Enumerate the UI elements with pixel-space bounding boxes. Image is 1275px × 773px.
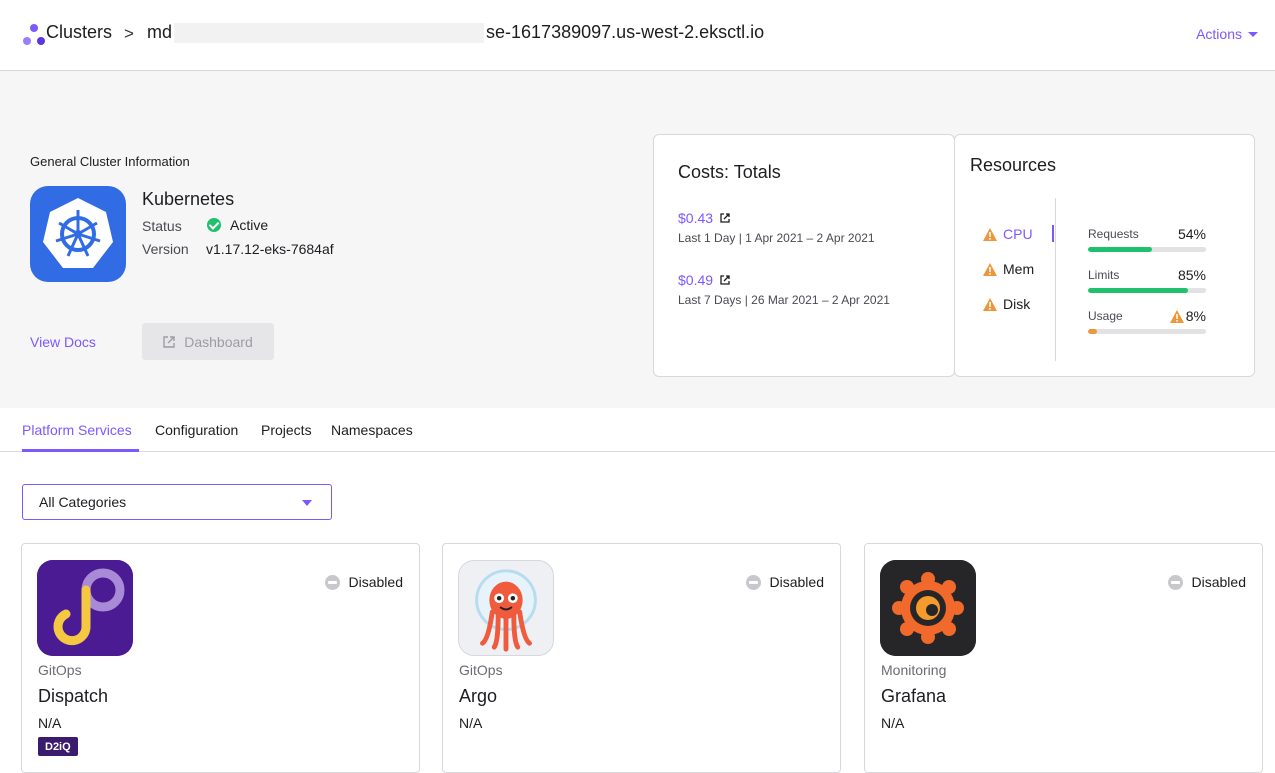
usage-meter xyxy=(1088,329,1206,334)
cluster-type-name: Kubernetes xyxy=(142,189,235,209)
check-circle-icon xyxy=(207,218,221,232)
meter-label: Usage xyxy=(1088,309,1123,323)
meter-value-text: 8% xyxy=(1185,308,1206,324)
actions-menu-button[interactable]: Actions xyxy=(1196,26,1258,42)
dashboard-label: Dashboard xyxy=(184,333,253,350)
breadcrumb-cluster-name: md se-1617389097.us-west-2.eksctl.io xyxy=(147,22,764,43)
service-category: GitOps xyxy=(38,662,82,678)
service-card-grafana[interactable]: Disabled Monitoring Grafana N/A xyxy=(864,543,1263,773)
active-indicator xyxy=(1052,225,1054,242)
argo-logo-icon xyxy=(458,560,554,656)
service-card-dispatch[interactable]: Disabled GitOps Dispatch N/A D2iQ xyxy=(21,543,420,773)
meter-value: 8% xyxy=(1169,308,1206,324)
costs-title: Costs: Totals xyxy=(678,162,781,182)
tab-projects[interactable]: Projects xyxy=(261,422,312,438)
dispatch-logo-icon xyxy=(37,560,133,656)
service-category: GitOps xyxy=(459,662,503,678)
actions-label: Actions xyxy=(1196,26,1242,42)
resource-label: Mem xyxy=(1003,261,1035,277)
service-status: Disabled xyxy=(745,574,824,590)
tab-namespaces[interactable]: Namespaces xyxy=(331,422,413,438)
tab-configuration[interactable]: Configuration xyxy=(155,422,238,438)
disabled-icon xyxy=(1167,574,1183,590)
resources-card: Resources CPU Mem Disk Requests 54% Limi… xyxy=(954,134,1255,377)
meter-label: Requests xyxy=(1088,227,1139,241)
warning-icon xyxy=(983,227,997,241)
meter-fill xyxy=(1088,247,1152,252)
tab-platform-services[interactable]: Platform Services xyxy=(22,422,132,438)
meter-fill xyxy=(1088,288,1189,293)
status-label: Status xyxy=(142,218,182,234)
costs-card: Costs: Totals $0.43 Last 1 Day | 1 Apr 2… xyxy=(653,134,955,377)
resources-title: Resources xyxy=(970,155,1057,175)
breadcrumb-separator: > xyxy=(124,24,134,43)
meter-fill xyxy=(1088,329,1098,334)
service-card-argo[interactable]: Disabled GitOps Argo N/A xyxy=(442,543,841,773)
meter-label: Limits xyxy=(1088,268,1120,282)
app-logo-icon[interactable] xyxy=(22,23,46,47)
cluster-name-suffix: se-1617389097.us-west-2.eksctl.io xyxy=(486,22,765,42)
status-text: Disabled xyxy=(1191,574,1246,590)
version-value: v1.17.12-eks-7684af xyxy=(206,241,334,257)
resource-tab-disk[interactable]: Disk xyxy=(983,296,1030,312)
chevron-down-icon xyxy=(302,500,312,506)
meter-value: 85% xyxy=(1178,267,1206,283)
category-select-value: All Categories xyxy=(39,494,127,510)
kubernetes-icon xyxy=(30,186,126,282)
resource-tab-cpu[interactable]: CPU xyxy=(983,226,1033,242)
service-category: Monitoring xyxy=(881,662,947,678)
section-title: General Cluster Information xyxy=(30,154,190,169)
external-link-icon xyxy=(720,275,730,285)
resource-tab-mem[interactable]: Mem xyxy=(983,261,1034,277)
warning-icon xyxy=(983,297,997,311)
status-text: Disabled xyxy=(348,574,403,590)
active-tab-indicator xyxy=(22,449,139,452)
service-version: N/A xyxy=(38,715,62,731)
disabled-icon xyxy=(324,574,340,590)
breadcrumb-clusters[interactable]: Clusters xyxy=(46,22,112,43)
cost-period: Last 1 Day | 1 Apr 2021 – 2 Apr 2021 xyxy=(678,231,875,245)
meter-value-text: 54% xyxy=(1177,226,1206,242)
divider xyxy=(1055,198,1056,361)
status-text: Disabled xyxy=(769,574,824,590)
warning-icon xyxy=(983,262,997,276)
cost-amount: $0.49 xyxy=(678,272,714,288)
warning-icon xyxy=(1169,309,1184,323)
limits-meter xyxy=(1088,288,1206,293)
version-label: Version xyxy=(142,241,189,257)
cost-amount: $0.43 xyxy=(678,210,714,226)
service-version: N/A xyxy=(459,715,483,731)
service-status: Disabled xyxy=(1167,574,1246,590)
cost-link[interactable]: $0.43 xyxy=(678,210,730,226)
cluster-name-prefix: md xyxy=(147,22,173,42)
disabled-icon xyxy=(745,574,761,590)
tab-bar: Platform Services Configuration Projects… xyxy=(0,408,1275,452)
chevron-down-icon xyxy=(1248,31,1258,37)
external-link-icon xyxy=(163,335,175,348)
meter-value: 54% xyxy=(1178,226,1206,242)
vendor-badge: D2iQ xyxy=(38,737,78,756)
cost-link[interactable]: $0.49 xyxy=(678,272,730,288)
service-status: Disabled xyxy=(324,574,403,590)
resource-label: CPU xyxy=(1003,226,1033,242)
service-name: Dispatch xyxy=(38,686,109,706)
redacted-text xyxy=(174,22,485,43)
category-select[interactable]: All Categories xyxy=(22,484,332,520)
status-value: Active xyxy=(230,217,269,233)
service-name: Grafana xyxy=(881,686,947,706)
view-docs-link[interactable]: View Docs xyxy=(30,334,96,350)
requests-meter xyxy=(1088,247,1206,252)
service-name: Argo xyxy=(459,686,498,706)
grafana-logo-icon xyxy=(880,560,976,656)
service-version: N/A xyxy=(881,715,905,731)
top-bar: Clusters > md se-1617389097.us-west-2.ek… xyxy=(0,0,1275,71)
cost-period: Last 7 Days | 26 Mar 2021 – 2 Apr 2021 xyxy=(678,293,890,307)
external-link-icon xyxy=(720,213,730,223)
resource-label: Disk xyxy=(1003,296,1031,312)
dashboard-button[interactable]: Dashboard xyxy=(142,323,274,360)
meter-value-text: 85% xyxy=(1177,267,1206,283)
